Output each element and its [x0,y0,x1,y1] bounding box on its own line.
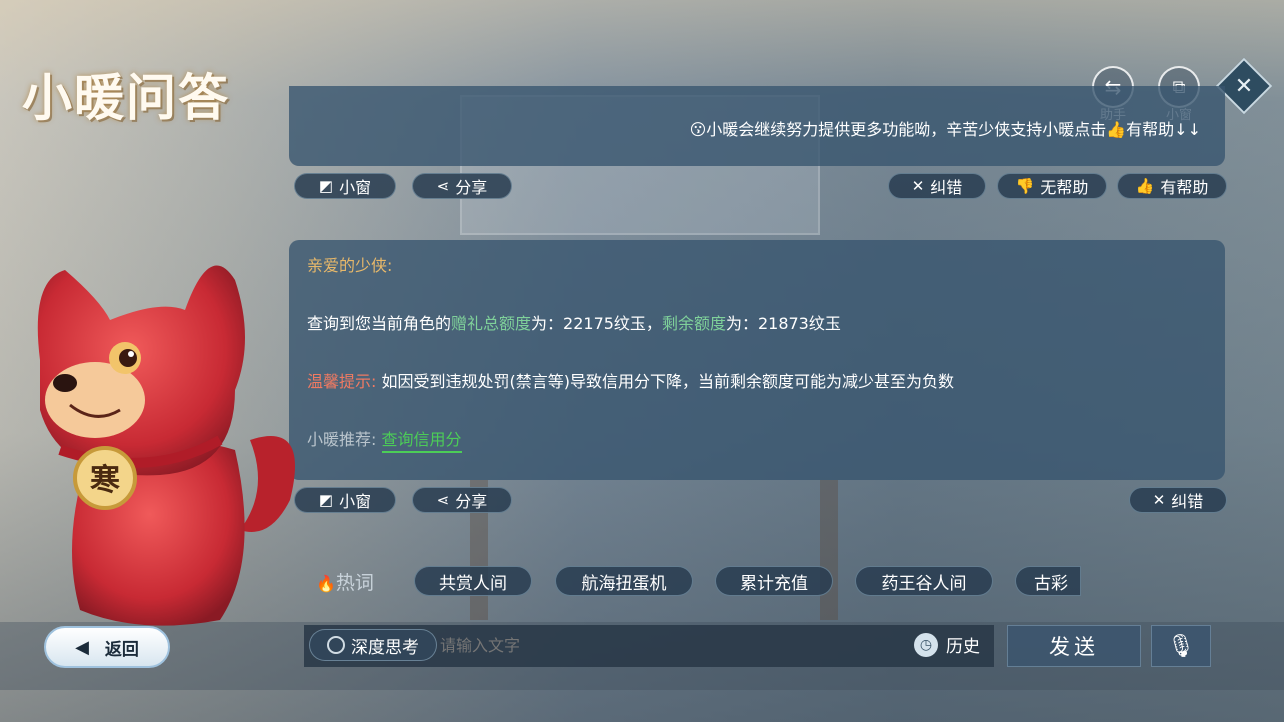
hot-word-chip[interactable]: 古彩 [1015,566,1081,596]
microphone-icon: 🎙 [1167,633,1195,659]
share-icon: ⋖ [436,177,450,195]
remain-quota-label: 剩余额度 [661,314,726,333]
small-window-action-label: 小窗 [339,178,372,197]
hot-word-chip[interactable]: 航海扭蛋机 [555,566,693,596]
unhelpful-action[interactable]: 👎 无帮助 [997,173,1107,199]
hot-word-chip[interactable]: 共赏人间 [414,566,532,596]
mascot-tail [240,436,295,532]
radio-circle-icon [327,636,345,654]
tip-text: 如因受到违规处罚(禁言等)导致信用分下降，当前剩余额度可能为减少甚至为负数 [381,372,955,391]
share-action-label: 分享 [455,178,488,197]
credit-score-link[interactable]: 查询信用分 [381,430,462,453]
small-window-action-label: 小窗 [339,492,372,511]
correct-action-label: 纠错 [930,178,963,197]
mascot-dog: 寒 [37,265,295,626]
small-window-action[interactable]: ◩ 小窗 [294,487,396,513]
close-x-icon: ✕ [1152,491,1166,509]
message-input[interactable] [440,636,880,655]
mascot-nose [53,374,77,392]
correct-action-label: 纠错 [1171,492,1204,511]
thumbs-up-icon: 👍 [1135,177,1155,195]
remain-quota-value: 为：21873纹玉 [725,314,841,333]
share-action[interactable]: ⋖ 分享 [412,487,512,513]
answer-message-card: 亲爱的少侠: 查询到您当前角色的赠礼总额度为：22175纹玉，剩余额度为：218… [289,240,1225,480]
share-action-label: 分享 [455,492,488,511]
window-icon: ◩ [318,491,334,509]
history-button[interactable]: ◷ 历史 [914,632,980,657]
quota-prefix: 查询到您当前角色的 [307,314,452,333]
tip-label: 温馨提示: [307,372,377,391]
background-pillar [820,480,838,620]
close-x-icon: ✕ [911,177,925,195]
tip-line: 温馨提示: 如因受到违规处罚(禁言等)导致信用分下降，当前剩余额度可能为减少甚至… [307,372,954,392]
unhelpful-action-label: 无帮助 [1040,178,1089,197]
window-icon: ◩ [318,177,334,195]
app-title: 小暖问答 [22,68,230,127]
mascot-eye-highlight [128,351,134,357]
small-window-action[interactable]: ◩ 小窗 [294,173,396,199]
hot-word-chip[interactable]: 药王谷人间 [855,566,993,596]
previous-message-card: 😗小暖会继续努力提供更多功能呦，辛苦少侠支持小暖点击👍有帮助↓↓ [289,86,1225,166]
back-label: 返回 [104,639,139,660]
deep-think-label: 深度思考 [351,637,419,658]
thumbs-down-icon: 👎 [1015,177,1035,195]
microphone-button[interactable]: 🎙 [1151,625,1211,667]
mascot-muzzle [45,362,145,438]
flame-icon: 🔥 [316,574,336,593]
correct-action[interactable]: ✕ 纠错 [1129,487,1227,513]
mascot-medal-char: 寒 [90,463,120,498]
correct-action[interactable]: ✕ 纠错 [888,173,986,199]
recommend-line: 小暖推荐: 查询信用分 [307,430,462,453]
quota-line: 查询到您当前角色的赠礼总额度为：22175纹玉，剩余额度为：21873纹玉 [307,314,841,334]
hot-words-label: 🔥热词 [316,572,374,594]
recommend-label: 小暖推荐: [307,430,377,449]
clock-icon: ◷ [914,632,938,657]
helpful-action[interactable]: 👍 有帮助 [1117,173,1227,199]
back-arrow-icon: ◀ [75,636,89,658]
gift-quota-value: 为：22175纹玉， [531,314,662,333]
mascot-pupil [119,349,137,367]
send-button[interactable]: 发送 [1007,625,1141,667]
share-action[interactable]: ⋖ 分享 [412,173,512,199]
history-label: 历史 [946,637,980,657]
deep-think-toggle[interactable]: 深度思考 [309,629,437,661]
share-icon: ⋖ [436,491,450,509]
close-icon: ✕ [1234,73,1254,99]
gift-quota-label: 赠礼总额度 [451,314,532,333]
hot-word-chip[interactable]: 累计充值 [715,566,833,596]
helpful-action-label: 有帮助 [1160,178,1209,197]
greeting-text: 亲爱的少侠: [307,256,393,275]
previous-message-text: 😗小暖会继续努力提供更多功能呦，辛苦少侠支持小暖点击👍有帮助↓↓ [689,120,1201,139]
